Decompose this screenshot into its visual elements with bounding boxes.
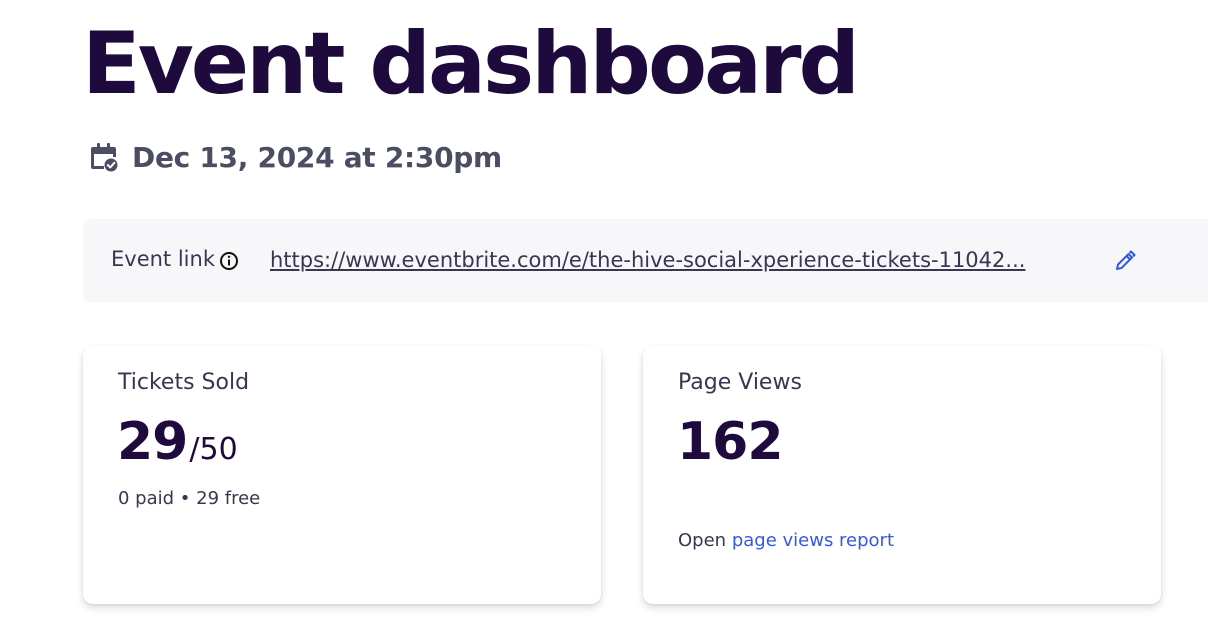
tickets-breakdown: 0 paid • 29 free <box>118 488 261 509</box>
tickets-capacity: /50 <box>189 432 238 467</box>
page-title: Event dashboard <box>82 14 860 114</box>
page-views-report-link[interactable]: page views report <box>732 530 894 551</box>
event-dashboard-page: Event dashboard Dec 13, 2024 at 2:30pm E… <box>0 0 1208 618</box>
page-views-footer: Open page views report <box>678 530 894 551</box>
tickets-sold-label: Tickets Sold <box>118 370 250 395</box>
page-views-label: Page Views <box>678 370 802 395</box>
tickets-sold-count: 29 <box>117 412 188 472</box>
page-views-footer-prefix: Open <box>678 530 727 551</box>
tickets-sold-value: 29/50 <box>117 412 238 472</box>
event-link-bar: Event link https://www.eventbrite.com/e/… <box>83 219 1208 302</box>
edit-link-button[interactable] <box>1113 249 1137 273</box>
page-views-card: Page Views 162 Open page views report <box>643 346 1161 604</box>
page-views-count: 162 <box>677 412 784 472</box>
event-link-url[interactable]: https://www.eventbrite.com/e/the-hive-so… <box>270 248 1076 272</box>
page-views-value: 162 <box>677 412 784 472</box>
calendar-check-icon <box>90 142 118 172</box>
info-icon[interactable] <box>219 251 239 271</box>
event-date-row: Dec 13, 2024 at 2:30pm <box>90 138 502 176</box>
event-link-label: Event link <box>111 247 215 271</box>
event-date: Dec 13, 2024 at 2:30pm <box>132 140 502 174</box>
event-link-label-group: Event link <box>111 247 239 271</box>
pencil-icon <box>1116 250 1136 270</box>
tickets-sold-card: Tickets Sold 29/50 0 paid • 29 free <box>83 346 601 604</box>
